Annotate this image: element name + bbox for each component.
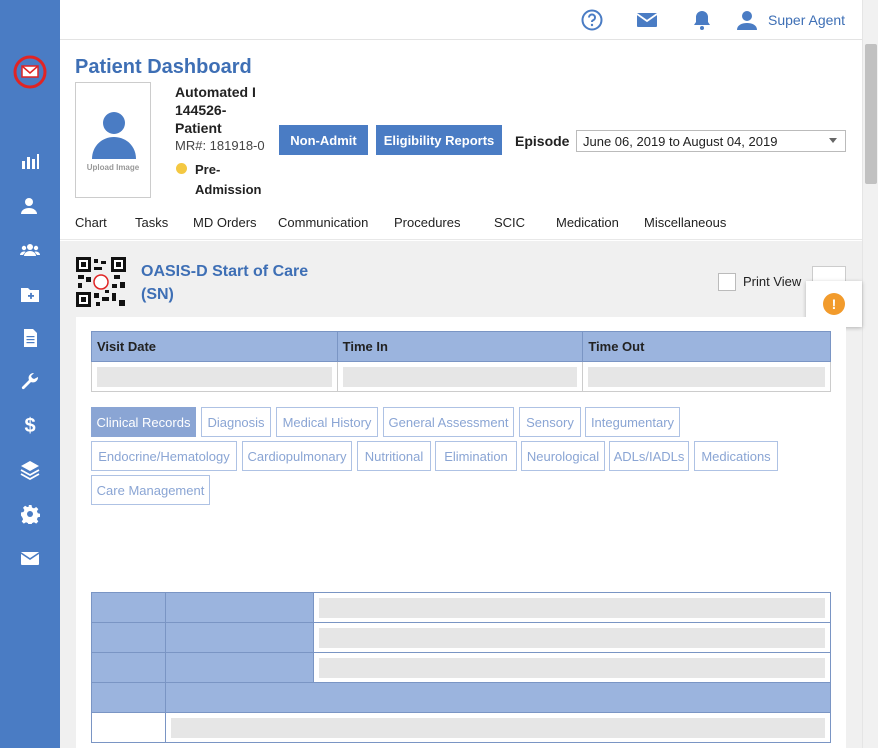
user-name-link[interactable]: Super Agent bbox=[768, 12, 845, 28]
mail-nav-icon[interactable] bbox=[18, 546, 42, 570]
grid-cell bbox=[165, 682, 831, 713]
section-tab-care-management[interactable]: Care Management bbox=[91, 475, 210, 505]
form-title: OASIS-D Start of Care (SN) bbox=[141, 260, 331, 306]
visit-date-header: Visit Date bbox=[91, 331, 338, 362]
status-line2: Admission bbox=[195, 182, 262, 197]
episode-value: June 06, 2019 to August 04, 2019 bbox=[583, 134, 778, 149]
section-tab-elimination[interactable]: Elimination bbox=[435, 441, 517, 471]
grid-cell bbox=[91, 592, 166, 623]
upload-image-label: Upload Image bbox=[86, 163, 140, 172]
page-title: Patient Dashboard bbox=[75, 56, 252, 78]
patient-name-line1: Automated I bbox=[175, 84, 256, 100]
layers-icon[interactable] bbox=[18, 458, 42, 482]
grid-input[interactable] bbox=[319, 657, 825, 678]
time-in-cell[interactable] bbox=[336, 361, 584, 392]
qr-code-icon bbox=[76, 257, 126, 307]
eligibility-reports-button[interactable]: Eligibility Reports bbox=[376, 125, 502, 155]
analytics-icon[interactable] bbox=[18, 149, 42, 173]
tab-tasks[interactable]: Tasks bbox=[135, 215, 168, 230]
time-out-header: Time Out bbox=[582, 331, 831, 362]
grid-input[interactable] bbox=[319, 627, 825, 648]
section-tab-diagnosis[interactable]: Diagnosis bbox=[201, 407, 271, 437]
section-tab-medical-history[interactable]: Medical History bbox=[276, 407, 378, 437]
document-icon[interactable] bbox=[18, 326, 42, 350]
tab-chart[interactable]: Chart bbox=[75, 215, 107, 230]
mail-icon[interactable] bbox=[635, 8, 659, 32]
non-admit-button[interactable]: Non-Admit bbox=[279, 125, 368, 155]
form-content: OASIS-D Start of Care (SN) Print View ! … bbox=[60, 241, 862, 748]
grid-cell bbox=[91, 622, 166, 653]
form-title-line2: (SN) bbox=[141, 286, 174, 303]
users-icon[interactable] bbox=[18, 238, 42, 262]
print-view-checkbox[interactable] bbox=[718, 273, 736, 291]
grid-input[interactable] bbox=[319, 597, 825, 618]
patient-status: Pre- Admission bbox=[195, 160, 275, 200]
visit-table: Visit Date Time In Time Out bbox=[91, 331, 831, 392]
help-icon[interactable] bbox=[580, 8, 604, 32]
section-tab-sensory[interactable]: Sensory bbox=[519, 407, 581, 437]
tab-scic[interactable]: SCIC bbox=[494, 215, 525, 230]
medical-record-number: MR#: 181918-0 bbox=[175, 138, 265, 153]
section-tab-neurological[interactable]: Neurological bbox=[521, 441, 605, 471]
form-title-line1: OASIS-D Start of Care bbox=[141, 263, 309, 280]
grid-input-cell[interactable] bbox=[313, 622, 831, 653]
patient-header: Patient Dashboard Upload Image Automated… bbox=[60, 40, 862, 240]
form-panel: Visit Date Time In Time Out Clinical Rec… bbox=[76, 317, 846, 748]
notifications-bell-icon[interactable] bbox=[690, 8, 714, 32]
settings-gear-icon[interactable] bbox=[18, 502, 42, 526]
time-in-header: Time In bbox=[336, 331, 584, 362]
patient-add-icon[interactable] bbox=[18, 194, 42, 218]
section-tab-medications[interactable]: Medications bbox=[694, 441, 778, 471]
tab-md-orders[interactable]: MD Orders bbox=[193, 215, 257, 230]
section-tab-endocrine-hematology[interactable]: Endocrine/Hematology bbox=[91, 441, 237, 471]
time-out-cell[interactable] bbox=[582, 361, 831, 392]
grid-cell bbox=[165, 592, 314, 623]
grid-input-cell[interactable] bbox=[313, 592, 831, 623]
tab-communication[interactable]: Communication bbox=[278, 215, 368, 230]
chevron-down-icon bbox=[829, 138, 837, 143]
tab-miscellaneous[interactable]: Miscellaneous bbox=[644, 215, 726, 230]
grid-cell bbox=[165, 622, 314, 653]
time-in-field[interactable] bbox=[342, 366, 578, 387]
episode-select[interactable]: June 06, 2019 to August 04, 2019 bbox=[576, 130, 846, 152]
section-tab-adls-iadls[interactable]: ADLs/IADLs bbox=[609, 441, 689, 471]
folder-add-icon[interactable] bbox=[18, 282, 42, 306]
tab-procedures[interactable]: Procedures bbox=[394, 215, 460, 230]
section-tab-cardiopulmonary[interactable]: Cardiopulmonary bbox=[242, 441, 352, 471]
status-line1: Pre- bbox=[195, 162, 221, 177]
grid-cell bbox=[91, 682, 166, 713]
assessment-grid bbox=[91, 592, 831, 743]
avatar-placeholder-icon bbox=[92, 112, 136, 159]
time-out-field[interactable] bbox=[588, 366, 825, 387]
episode-label: Episode bbox=[515, 133, 570, 149]
patient-name: Automated I 144526- Patient bbox=[175, 83, 275, 137]
warning-icon: ! bbox=[823, 293, 845, 315]
visit-date-cell[interactable] bbox=[91, 361, 338, 392]
section-tab-clinical-records[interactable]: Clinical Records bbox=[91, 407, 196, 437]
grid-input-cell[interactable] bbox=[165, 712, 831, 743]
section-tab-integumentary[interactable]: Integumentary bbox=[585, 407, 680, 437]
section-tab-nutritional[interactable]: Nutritional bbox=[357, 441, 431, 471]
upload-image-box[interactable]: Upload Image bbox=[75, 82, 151, 198]
sidebar: $ bbox=[0, 0, 60, 748]
grid-input[interactable] bbox=[171, 717, 825, 738]
billing-icon[interactable]: $ bbox=[18, 414, 42, 438]
grid-input-cell[interactable] bbox=[313, 652, 831, 683]
wrench-icon[interactable] bbox=[18, 370, 42, 394]
patient-name-line2: 144526- bbox=[175, 102, 227, 118]
print-view-label: Print View bbox=[743, 274, 802, 289]
tab-medication[interactable]: Medication bbox=[556, 215, 619, 230]
status-dot-icon bbox=[176, 163, 187, 174]
visit-date-field[interactable] bbox=[97, 366, 332, 387]
patient-name-line3: Patient bbox=[175, 120, 222, 136]
app-logo[interactable] bbox=[12, 54, 48, 90]
grid-cell bbox=[165, 652, 314, 683]
page-scrollbar[interactable] bbox=[862, 0, 878, 748]
grid-cell bbox=[91, 652, 166, 683]
top-bar: Super Agent bbox=[60, 0, 862, 40]
grid-cell bbox=[91, 712, 166, 743]
scrollbar-thumb[interactable] bbox=[865, 44, 877, 184]
user-icon[interactable] bbox=[735, 8, 759, 32]
section-tab-general-assessment[interactable]: General Assessment bbox=[383, 407, 514, 437]
